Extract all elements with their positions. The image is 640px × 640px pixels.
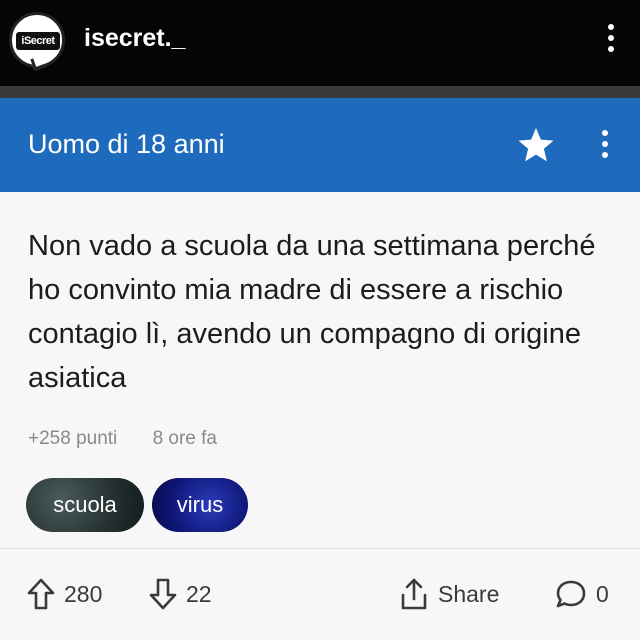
post-menu-icon[interactable] [598, 130, 612, 164]
share-icon [401, 578, 427, 610]
account-name[interactable]: isecret._ [84, 24, 185, 53]
more-vertical-icon[interactable] [604, 24, 618, 58]
star-icon[interactable] [516, 125, 556, 165]
share-button[interactable]: Share [398, 574, 499, 614]
upvote-count: 280 [64, 580, 103, 607]
upvote-button[interactable]: 280 [26, 574, 102, 614]
comments-button[interactable]: 0 [554, 574, 609, 614]
post-text: Non vado a scuola da una settimana perch… [28, 230, 596, 394]
arrow-down-icon [149, 578, 177, 610]
arrow-up-icon [27, 578, 55, 610]
post-author: Uomo di 18 anni [28, 129, 225, 159]
avatar-logo-text: iSecret [16, 32, 60, 50]
top-header: iSecret isecret._ [0, 0, 640, 86]
share-label: Share [438, 580, 500, 607]
comments-count: 0 [596, 580, 609, 607]
profile-avatar[interactable]: iSecret [9, 12, 65, 71]
tag-scuola[interactable]: scuola [26, 478, 144, 532]
downvote-button[interactable]: 22 [148, 574, 212, 614]
post-time: 8 ore fa [152, 428, 217, 449]
comment-bubble-icon [556, 580, 586, 608]
post-points: +258 punti [28, 428, 118, 449]
downvote-count: 22 [186, 580, 212, 607]
tag-virus[interactable]: virus [152, 478, 248, 532]
header-divider [0, 86, 640, 98]
speech-bubble-tail [30, 55, 46, 71]
actions-divider [0, 548, 640, 549]
post-meta: +258 punti 8 ore fa [28, 428, 247, 450]
